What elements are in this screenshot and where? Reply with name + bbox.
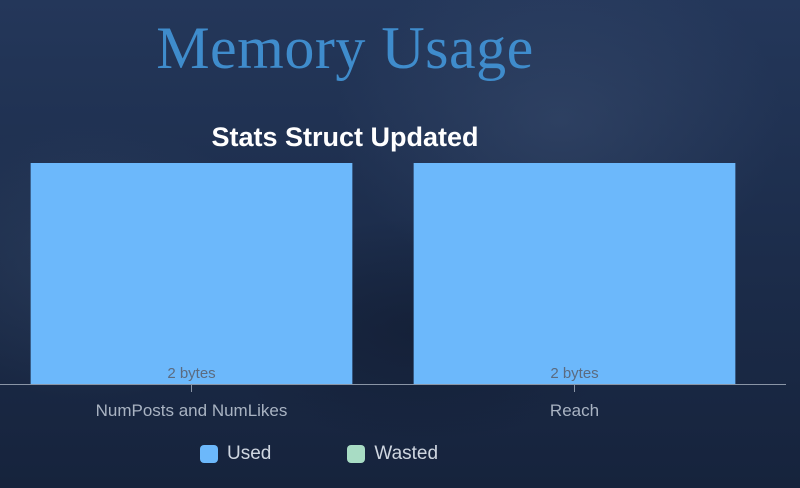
x-tick-label-2: Reach xyxy=(550,401,599,420)
bar-used-2[interactable] xyxy=(413,163,736,384)
x-tick-label-1: NumPosts and NumLikes xyxy=(96,401,288,420)
legend-item-used[interactable]: Used xyxy=(200,443,271,465)
legend: Used Wasted xyxy=(200,443,514,465)
bar-used-1[interactable] xyxy=(30,163,353,384)
bar-chart: Stats Struct Updated 2 bytes 2 bytes NumP… xyxy=(0,122,786,420)
legend-swatch-wasted xyxy=(347,445,366,463)
legend-item-wasted[interactable]: Wasted xyxy=(347,443,438,465)
chart-title: Stats Struct Updated xyxy=(211,122,478,152)
legend-label-used: Used xyxy=(227,443,272,464)
data-label-2: 2 bytes xyxy=(550,365,598,382)
data-label-1: 2 bytes xyxy=(167,365,215,382)
legend-label-wasted: Wasted xyxy=(374,443,439,464)
legend-swatch-used xyxy=(200,445,218,463)
